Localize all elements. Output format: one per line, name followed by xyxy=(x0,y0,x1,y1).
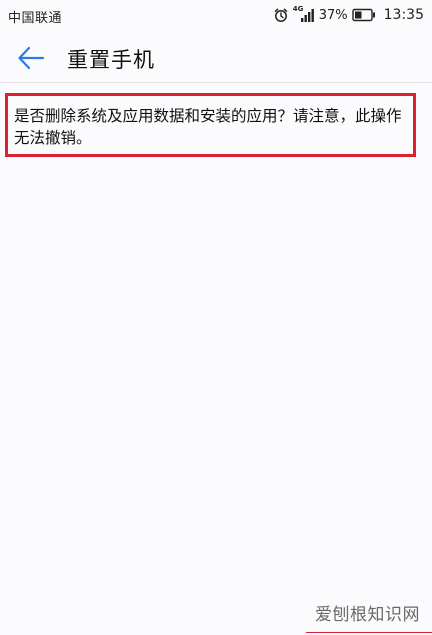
carrier-label: 中国联通 xyxy=(8,11,63,26)
app-bar-divider xyxy=(0,82,432,83)
clock: 13:35 xyxy=(383,7,424,23)
alarm-icon xyxy=(273,7,289,23)
reset-warning-message: 是否删除系统及应用数据和安装的应用？请注意，此操作无法撤销。 xyxy=(14,107,402,147)
signal-icon: 4G xyxy=(292,5,315,23)
screen: 中国联通 4G 37% 13:35 重置手机 是否删除系统及应用数据和安装的应用… xyxy=(0,0,432,635)
status-indicators: 4G 37% 13:35 xyxy=(273,5,424,25)
network-type-label: 4G xyxy=(292,5,304,13)
back-arrow-icon xyxy=(16,46,48,76)
watermark-underline xyxy=(306,632,432,633)
battery-percent: 37% xyxy=(318,7,348,23)
app-bar: 重置手机 xyxy=(0,32,432,82)
status-bar: 中国联通 4G 37% 13:35 xyxy=(0,0,432,30)
page-title: 重置手机 xyxy=(67,48,155,72)
battery-icon xyxy=(351,8,376,22)
watermark-text: 爱刨根知识网 xyxy=(315,605,420,625)
back-button[interactable] xyxy=(16,44,48,72)
